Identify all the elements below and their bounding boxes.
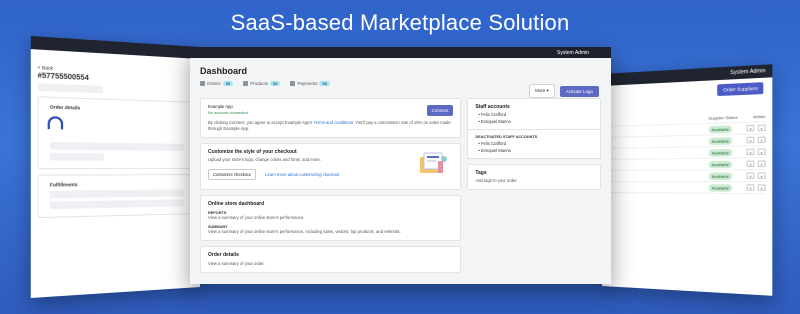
app-status: No account connected: [208, 110, 248, 115]
online-store-card: Online store dashboard REPORTS View a su…: [200, 195, 462, 241]
tags-card: Tags Add tags to your order.: [467, 164, 601, 190]
order-details-card: Order details: [37, 96, 195, 170]
orders-icon: [200, 81, 205, 86]
count-badge: 58: [222, 81, 234, 86]
more-button[interactable]: More ▾: [528, 84, 555, 98]
stat-orders[interactable]: Orders 58: [200, 81, 234, 86]
staff-name: Felix Crafford: [480, 141, 507, 146]
customize-checkout-button[interactable]: Customize checkout: [208, 169, 256, 180]
order-details-title: Order details: [49, 104, 81, 111]
payments-icon: [290, 81, 296, 86]
headphones-icon: [47, 116, 64, 130]
deactivated-heading: DEACTIVATED STAFF ACCOUNTS: [475, 135, 538, 139]
staff-name: Ezequiel Manno: [480, 119, 512, 124]
products-icon: [243, 81, 249, 86]
topbar-user[interactable]: System Admin: [557, 50, 589, 56]
checkout-illustration-icon: [420, 152, 448, 173]
page-title: Dashboard: [200, 66, 248, 76]
count-badge: 58: [319, 81, 330, 86]
dashboard-window: System Admin Dashboard Orders 58 Products…: [190, 47, 611, 284]
delete-icon[interactable]: ▪: [757, 184, 766, 191]
stat-label: Orders: [207, 81, 221, 86]
delete-icon[interactable]: ▪: [757, 148, 766, 156]
fulfillments-card: Fulfillments: [37, 174, 195, 219]
main-column: Example App No account connected Connect…: [200, 98, 462, 278]
fulfillments-title: Fulfillments: [49, 181, 78, 188]
column-action: Action: [753, 113, 766, 119]
count-badge: 58: [269, 81, 281, 86]
table-row: Available × ▪: [607, 170, 766, 183]
agreement-text: By clicking Connect, you agree to accept…: [208, 120, 313, 125]
order-details-title: Order details: [208, 252, 239, 258]
online-store-title: Online store dashboard: [208, 201, 265, 207]
order-details-text: View a summary of your order.: [208, 261, 265, 266]
delete-icon[interactable]: ▪: [757, 136, 766, 144]
page-headline: SaaS-based Marketplace Solution: [230, 10, 570, 35]
close-icon[interactable]: ×: [746, 148, 755, 156]
content-columns: Example App No account connected Connect…: [190, 98, 611, 278]
staff-name: Felix Crafford: [480, 112, 507, 117]
table-row: Available × ▪: [607, 182, 766, 195]
side-column: Staff accounts • Felix Crafford • Ezequi…: [467, 98, 601, 278]
staff-item[interactable]: • Felix Crafford: [478, 112, 593, 117]
terms-link[interactable]: Terms and conditions: [313, 120, 353, 125]
suppliers-panel: System Admin Order Suppliers Supplier St…: [602, 64, 773, 296]
column-status: Supplier Status: [708, 113, 738, 121]
placeholder-line: [49, 152, 104, 161]
status-badge: Available: [708, 160, 733, 168]
placeholder-line: [49, 189, 184, 199]
order-detail-panel: < Back #57755500554 Order details Fulfil…: [30, 36, 200, 298]
placeholder-line: [37, 83, 103, 94]
status-badge: Available: [708, 124, 733, 133]
status-badge: Available: [708, 148, 733, 157]
tags-text: Add tags to your order.: [475, 178, 518, 183]
delete-icon[interactable]: ▪: [757, 172, 766, 179]
placeholder-line: [49, 199, 184, 210]
staff-item[interactable]: • Ezequiel Manno: [478, 119, 593, 124]
close-icon[interactable]: ×: [746, 172, 755, 179]
summary-text: View a summary of your online store's pe…: [208, 229, 401, 234]
left-topbar: [30, 36, 200, 59]
close-icon[interactable]: ×: [746, 184, 755, 191]
order-suppliers-button[interactable]: Order Suppliers: [717, 82, 764, 97]
page-header: Dashboard Orders 58 Products 58 Payments 58…: [190, 58, 611, 98]
reports-text: View a summary of your online store's pe…: [208, 215, 305, 220]
placeholder-line: [49, 142, 184, 151]
staff-name: Ezequiel Manno: [480, 148, 512, 153]
staff-item[interactable]: • Felix Crafford: [478, 141, 593, 146]
order-details-card: Order details View a summary of your ord…: [200, 246, 462, 273]
activate-logo-button[interactable]: Activate Logo: [559, 85, 599, 97]
staff-title: Staff accounts: [475, 104, 510, 110]
stat-payments[interactable]: Payments 58: [290, 81, 330, 86]
status-badge: Available: [708, 183, 733, 192]
close-icon[interactable]: ×: [746, 124, 755, 132]
staff-item[interactable]: • Ezequiel Manno: [478, 148, 593, 153]
more-label: More: [534, 88, 546, 93]
close-icon[interactable]: ×: [746, 160, 755, 168]
suppliers-table: Supplier Status Action Available × ▪ Avail…: [607, 110, 766, 195]
customize-checkout-card: Customize the style of your checkout Upl…: [200, 143, 462, 190]
connect-button[interactable]: Connect: [426, 105, 454, 116]
main-topbar: System Admin: [190, 47, 611, 58]
tags-title: Tags: [475, 170, 487, 176]
staff-accounts-card: Staff accounts • Felix Crafford • Ezequi…: [467, 98, 601, 159]
divider: [468, 129, 600, 130]
status-badge: Available: [708, 136, 733, 145]
stat-products[interactable]: Products 58: [243, 81, 281, 86]
learn-more-link[interactable]: Learn more about customizing checkout: [265, 172, 339, 177]
delete-icon[interactable]: ▪: [757, 124, 766, 132]
stat-label: Payments: [297, 81, 318, 86]
example-app-card: Example App No account connected Connect…: [200, 98, 462, 138]
app-agreement: By clicking Connect, you agree to accept…: [208, 120, 453, 132]
close-icon[interactable]: ×: [746, 136, 755, 144]
status-badge: Available: [708, 171, 733, 180]
stat-label: Products: [250, 81, 268, 86]
header-actions: More ▾ Activate Logo: [528, 84, 599, 98]
table-row: Available × ▪: [607, 158, 766, 171]
delete-icon[interactable]: ▪: [757, 160, 766, 167]
